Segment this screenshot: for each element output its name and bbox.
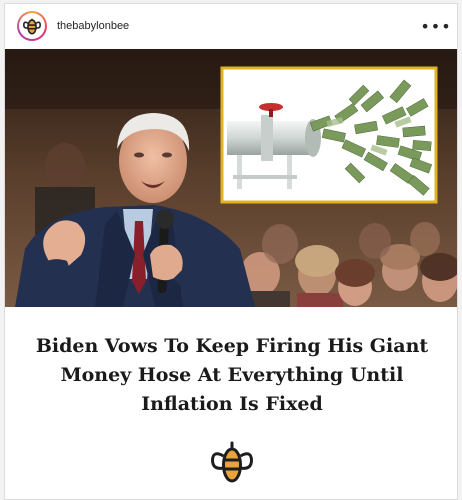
instagram-post: thebabylonbee ••• Biden Vows To Keep Fir… xyxy=(4,3,458,500)
headline-area: Biden Vows To Keep Firing His Giant Mone… xyxy=(5,307,457,499)
post-photo xyxy=(5,49,457,307)
more-options-icon[interactable]: ••• xyxy=(420,16,450,36)
babylon-bee-logo-icon xyxy=(19,13,45,39)
post-header: thebabylonbee ••• xyxy=(5,4,457,48)
inset-money-hose-image xyxy=(220,66,438,204)
post-username[interactable]: thebabylonbee xyxy=(57,20,129,32)
babylon-bee-logo-icon xyxy=(210,441,254,485)
profile-avatar[interactable] xyxy=(17,11,47,41)
article-headline: Biden Vows To Keep Firing His Giant Mone… xyxy=(35,335,429,415)
